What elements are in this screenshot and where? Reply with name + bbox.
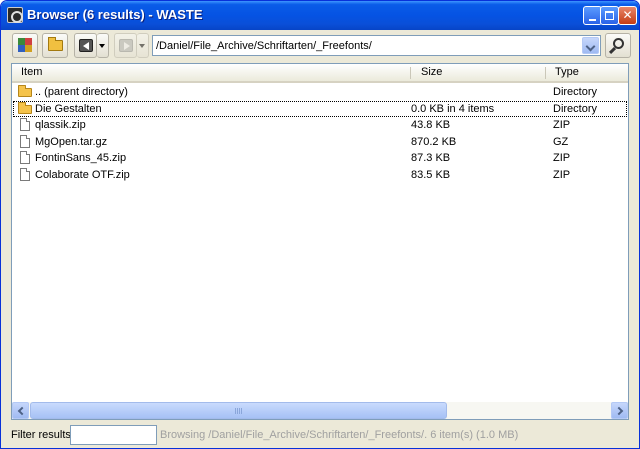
- browser-window: Browser (6 results) - WASTE ✕ /Daniel/Fi…: [0, 0, 640, 449]
- up-folder-button[interactable]: [42, 33, 68, 58]
- path-dropdown-button[interactable]: [582, 37, 599, 54]
- item-type: ZIP: [553, 119, 571, 131]
- item-size: 87.3 KB: [411, 152, 451, 164]
- maximize-icon: [605, 11, 614, 20]
- status-text: Browsing /Daniel/File_Archive/Schriftart…: [160, 429, 519, 441]
- path-combobox[interactable]: [152, 35, 601, 56]
- filter-label: Filter results:: [11, 429, 74, 441]
- file-icon: [17, 168, 33, 182]
- browse-users-button[interactable]: [12, 33, 38, 58]
- forward-button[interactable]: [114, 33, 137, 58]
- folder-icon: [48, 37, 63, 51]
- item-type: ZIP: [553, 152, 571, 164]
- filter-input[interactable]: [70, 425, 157, 445]
- item-type: Directory: [553, 86, 598, 98]
- grip-icon: [235, 408, 243, 414]
- item-size: 870.2 KB: [411, 136, 457, 148]
- forward-history-dropdown[interactable]: [137, 33, 149, 58]
- item-size: 0.0 KB in 4 items: [411, 103, 495, 115]
- item-name: .. (parent directory): [35, 86, 128, 98]
- window-title: Browser (6 results) - WASTE: [27, 7, 203, 22]
- maximize-button[interactable]: [600, 6, 619, 25]
- title-bar[interactable]: Browser (6 results) - WASTE ✕: [1, 1, 639, 30]
- item-name: Colaborate OTF.zip: [35, 169, 130, 181]
- path-input[interactable]: [153, 36, 581, 55]
- file-icon: [17, 118, 33, 132]
- scroll-left-button[interactable]: [12, 402, 29, 419]
- back-button[interactable]: [74, 33, 97, 58]
- toolbar: [1, 30, 639, 62]
- close-button[interactable]: ✕: [618, 6, 637, 25]
- horizontal-scrollbar[interactable]: [12, 402, 628, 419]
- scrollbar-thumb[interactable]: [30, 402, 447, 419]
- list-item[interactable]: MgOpen.tar.gz 870.2 KB GZ: [13, 134, 627, 150]
- item-name: Die Gestalten: [35, 103, 102, 115]
- item-name: MgOpen.tar.gz: [35, 136, 108, 148]
- item-size: 83.5 KB: [411, 169, 451, 181]
- list-header: Item Size Type: [12, 64, 628, 83]
- item-size: 43.8 KB: [411, 119, 451, 131]
- item-name: FontinSans_45.zip: [35, 152, 127, 164]
- search-button[interactable]: [605, 33, 631, 58]
- search-icon: [613, 38, 624, 49]
- item-type: GZ: [553, 136, 569, 148]
- file-icon: [17, 151, 33, 165]
- column-header-item[interactable]: Item: [12, 64, 412, 81]
- close-icon: ✕: [622, 8, 633, 22]
- results-list[interactable]: Item Size Type .. (parent directory) Dir…: [11, 63, 629, 420]
- list-item[interactable]: Die Gestalten 0.0 KB in 4 items Director…: [13, 101, 627, 117]
- back-arrow-icon: [79, 39, 93, 52]
- file-icon: [17, 135, 33, 149]
- folder-up-icon: [17, 85, 33, 99]
- boxes-icon: [18, 38, 33, 53]
- list-item[interactable]: Colaborate OTF.zip 83.5 KB ZIP: [13, 167, 627, 183]
- scroll-right-button[interactable]: [611, 402, 628, 419]
- item-type: Directory: [553, 103, 598, 115]
- list-item[interactable]: qlassik.zip 43.8 KB ZIP: [13, 117, 627, 133]
- folder-icon: [17, 102, 33, 116]
- item-size: [411, 84, 541, 100]
- column-divider[interactable]: [410, 67, 411, 79]
- minimize-icon: [589, 19, 596, 21]
- item-type: ZIP: [553, 169, 571, 181]
- forward-arrow-icon: [119, 39, 133, 52]
- column-header-type[interactable]: Type: [546, 64, 628, 81]
- list-item[interactable]: .. (parent directory) Directory: [13, 84, 627, 100]
- list-item[interactable]: FontinSans_45.zip 87.3 KB ZIP: [13, 150, 627, 166]
- status-bar: Filter results: Browsing /Daniel/File_Ar…: [1, 421, 639, 448]
- item-name: qlassik.zip: [35, 119, 86, 131]
- dropdown-arrow-icon: [139, 44, 145, 48]
- back-history-dropdown[interactable]: [97, 33, 109, 58]
- dropdown-arrow-icon: [99, 44, 105, 48]
- waste-app-icon[interactable]: [7, 7, 23, 23]
- column-header-size[interactable]: Size: [412, 64, 546, 81]
